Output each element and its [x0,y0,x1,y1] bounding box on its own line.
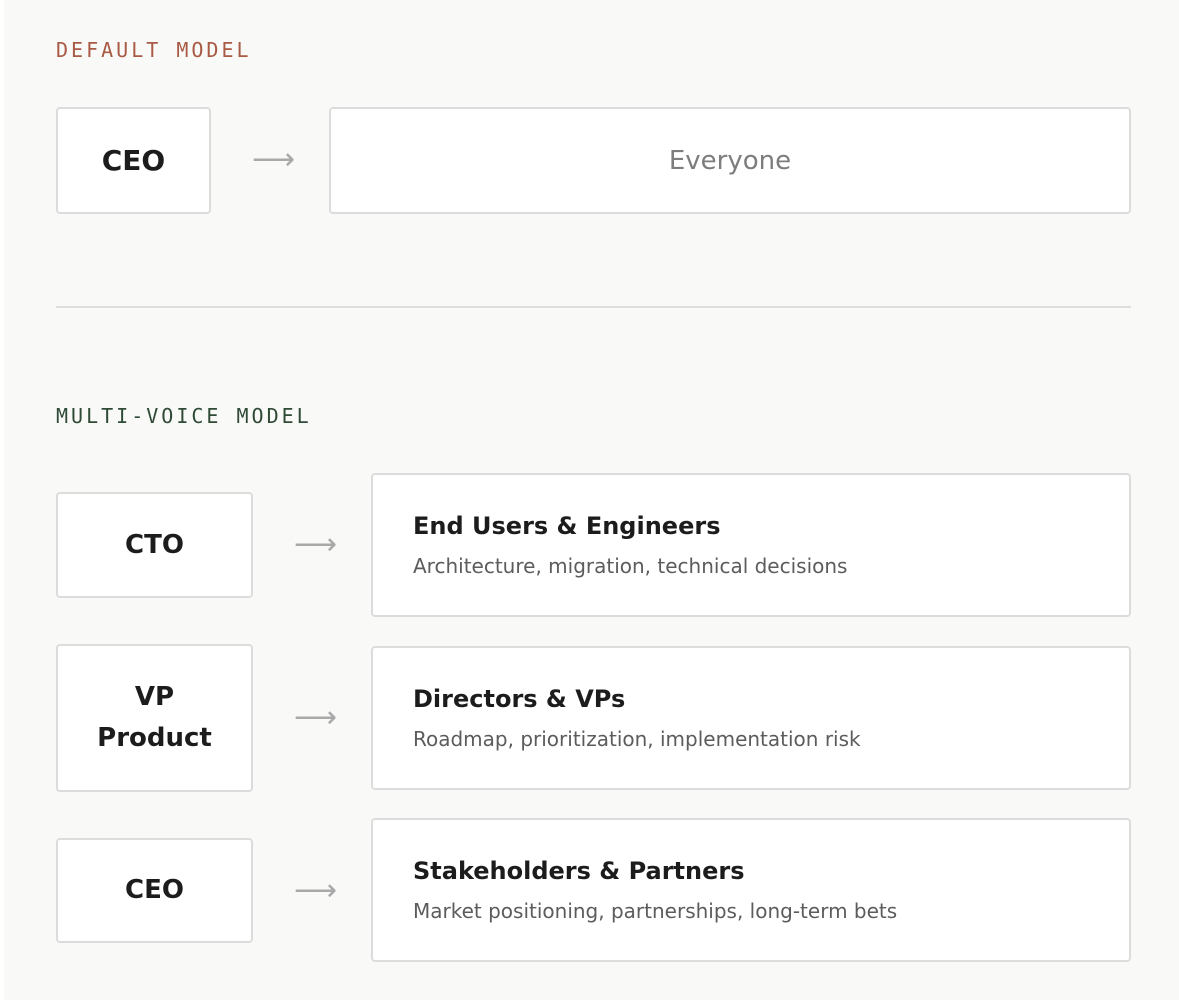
role-text: VP Product [97,682,212,753]
audience-title: Stakeholders & Partners [413,857,745,885]
left-edge [0,0,4,1000]
audience-description: Market positioning, partnerships, long-t… [413,899,898,923]
section-divider [56,306,1131,308]
role-text: CEO [125,875,184,905]
role-box-vp-product: VP Product [56,644,253,792]
default-role-text: CEO [101,144,166,177]
audience-title: End Users & Engineers [413,512,721,540]
default-role-box: CEO [56,107,211,214]
role-text: CTO [125,529,184,560]
role-box-cto: CTO [56,492,253,598]
default-audience-text: Everyone [668,145,792,176]
default-model-label: DEFAULT MODEL [56,38,252,62]
audience-description: Roadmap, prioritization, implementation … [413,727,861,751]
multi-voice-model-label: MULTI-VOICE MODEL [56,404,312,428]
audience-box-end-users: End Users & Engineers Architecture, migr… [371,473,1131,617]
audience-title: Directors & VPs [413,685,626,713]
role-box-ceo: CEO [56,838,253,943]
default-arrow-icon: ⟶ [252,142,296,177]
audience-box-directors: Directors & VPs Roadmap, prioritization,… [371,646,1131,790]
default-audience-box: Everyone [329,107,1131,214]
arrow-icon: ⟶ [294,700,338,735]
arrow-icon: ⟶ [294,527,338,562]
audience-description: Architecture, migration, technical decis… [413,554,848,578]
arrow-icon: ⟶ [294,873,338,908]
audience-box-stakeholders: Stakeholders & Partners Market positioni… [371,818,1131,962]
